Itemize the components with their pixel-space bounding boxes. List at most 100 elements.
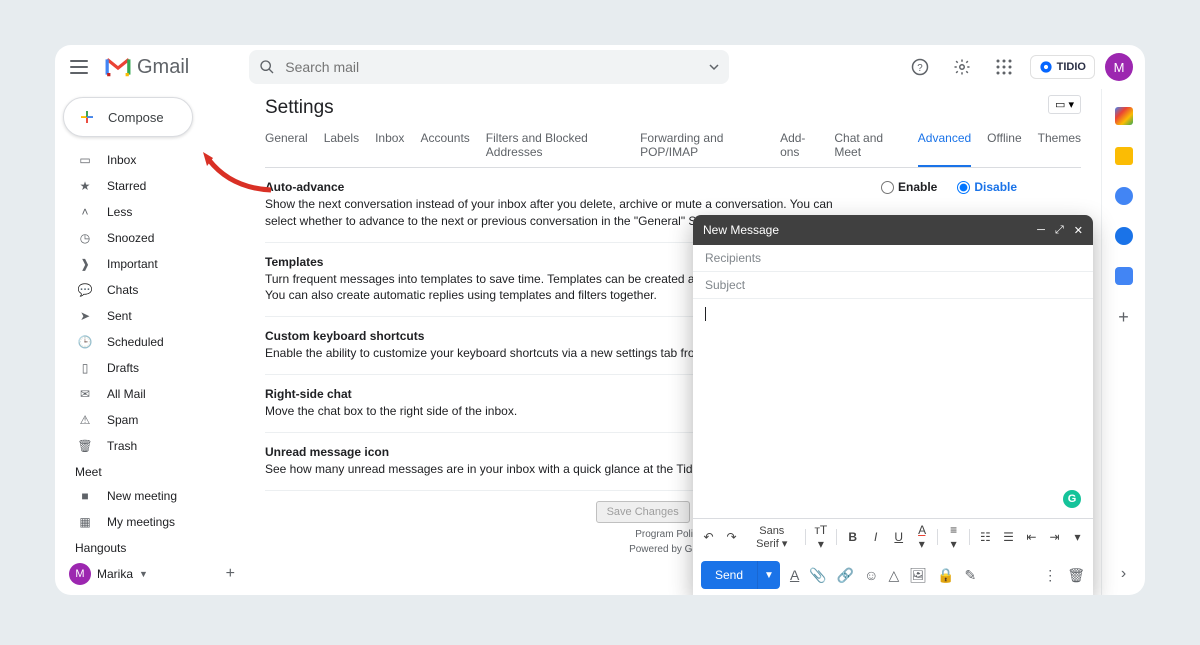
contacts-icon[interactable]	[1115, 227, 1133, 245]
sidebar-item-snoozed[interactable]: ◷Snoozed	[55, 225, 245, 251]
text-color-icon[interactable]: A ▾	[914, 523, 929, 551]
pen-icon[interactable]: ✎	[964, 567, 976, 584]
undo-icon[interactable]: ↶	[701, 530, 716, 544]
redo-icon[interactable]: ↷	[724, 530, 739, 544]
tab-themes[interactable]: Themes	[1038, 125, 1081, 167]
chat-icon: 💬	[77, 282, 93, 298]
recipients-field[interactable]: Recipients	[693, 245, 1093, 272]
sidebar: Compose ▭Inbox★Starred˄Less◷Snoozed❱Impo…	[55, 89, 245, 595]
attach-icon[interactable]: 📎	[809, 567, 826, 584]
emoji-icon[interactable]: ☺	[864, 567, 878, 583]
italic-icon[interactable]: I	[868, 530, 883, 544]
hangouts-user[interactable]: M Marika ▼ +	[55, 559, 245, 589]
meet-rail-icon[interactable]	[1115, 267, 1133, 285]
discard-icon[interactable]: 🗑	[1067, 567, 1085, 584]
indent-more-icon[interactable]: ⇥	[1047, 530, 1062, 544]
search-bar[interactable]	[249, 50, 729, 84]
side-panel: + ›	[1101, 89, 1145, 595]
sidebar-item-important[interactable]: ❱Important	[55, 251, 245, 277]
compose-body[interactable]: G	[693, 299, 1093, 518]
send-button[interactable]: Send	[701, 561, 757, 589]
apps-icon[interactable]	[992, 55, 1016, 79]
bullet-list-icon[interactable]: ☰	[1001, 530, 1016, 544]
sidebar-item-less[interactable]: ˄Less	[55, 199, 245, 225]
link-icon[interactable]: 🔗	[837, 567, 854, 584]
grammarly-icon[interactable]: G	[1063, 490, 1081, 508]
drive-icon[interactable]: △	[888, 567, 899, 584]
numbered-list-icon[interactable]: ☷	[978, 530, 993, 544]
tab-filters-and-blocked-addresses[interactable]: Filters and Blocked Addresses	[486, 125, 624, 167]
calendar-icon: ▦	[77, 514, 93, 530]
bold-icon[interactable]: B	[845, 530, 860, 544]
spam-icon: ⚠	[77, 412, 93, 428]
formatting-icon[interactable]: A	[790, 567, 799, 583]
subject-field[interactable]: Subject	[693, 272, 1093, 299]
tidio-chip[interactable]: TIDIO	[1030, 55, 1095, 79]
search-options-icon[interactable]	[709, 62, 719, 72]
search-input[interactable]	[285, 59, 699, 75]
sidebar-item-all-mail[interactable]: ✉All Mail	[55, 381, 245, 407]
schedule-icon: 🕒	[77, 334, 93, 350]
fullscreen-icon[interactable]: ⤢	[1055, 224, 1064, 237]
gmail-logo[interactable]: Gmail	[105, 56, 189, 79]
collapse-panel-icon[interactable]: ›	[1121, 565, 1126, 583]
meet-section-label: Meet	[55, 459, 245, 483]
sidebar-item-drafts[interactable]: ▯Drafts	[55, 355, 245, 381]
more-options-icon[interactable]: ⋮	[1043, 567, 1057, 584]
tab-labels[interactable]: Labels	[324, 125, 359, 167]
sidebar-item-trash[interactable]: 🗑Trash	[55, 433, 245, 459]
settings-icon[interactable]	[950, 55, 974, 79]
search-icon	[259, 59, 275, 75]
add-addon-icon[interactable]: +	[1118, 307, 1129, 328]
add-hangout-icon[interactable]: +	[226, 565, 235, 583]
chevron-up-icon: ˄	[77, 204, 93, 220]
compose-header[interactable]: New Message ─ ⤢ ✕	[693, 215, 1093, 245]
tab-chat-and-meet[interactable]: Chat and Meet	[834, 125, 901, 167]
clock-icon: ◷	[77, 230, 93, 246]
sidebar-item-inbox[interactable]: ▭Inbox	[55, 147, 245, 173]
brand-text: Gmail	[137, 56, 189, 79]
keep-icon[interactable]	[1115, 147, 1133, 165]
tasks-icon[interactable]	[1115, 187, 1133, 205]
meet-item-my-meetings[interactable]: ▦My meetings	[55, 509, 245, 535]
confidential-icon[interactable]: 🔒	[937, 567, 954, 584]
align-icon[interactable]: ≡ ▾	[946, 523, 961, 551]
header: Gmail ? TIDIO M	[55, 45, 1145, 89]
page-title: Settings	[265, 97, 334, 119]
indent-less-icon[interactable]: ⇤	[1024, 530, 1039, 544]
minimize-icon[interactable]: ─	[1037, 224, 1045, 237]
tab-offline[interactable]: Offline	[987, 125, 1021, 167]
sidebar-item-sent[interactable]: ➤Sent	[55, 303, 245, 329]
sidebar-item-scheduled[interactable]: 🕒Scheduled	[55, 329, 245, 355]
save-changes-button[interactable]: Save Changes	[596, 501, 690, 523]
draft-icon: ▯	[77, 360, 93, 376]
format-toolbar: ↶ ↷ Sans Serif ▾ тT ▾ B I U A ▾ ≡ ▾ ☷ ☰ …	[693, 518, 1093, 555]
send-options-button[interactable]: ▼	[757, 561, 780, 589]
tab-general[interactable]: General	[265, 125, 308, 167]
disable-radio[interactable]: Disable	[957, 180, 1017, 194]
tab-add-ons[interactable]: Add-ons	[780, 125, 818, 167]
image-icon[interactable]: 🖼	[909, 567, 927, 584]
help-icon[interactable]: ?	[908, 55, 932, 79]
close-icon[interactable]: ✕	[1074, 224, 1083, 237]
meet-item-new-meeting[interactable]: ■New meeting	[55, 483, 245, 509]
sidebar-item-spam[interactable]: ⚠Spam	[55, 407, 245, 433]
account-avatar[interactable]: M	[1105, 53, 1133, 81]
sidebar-item-chats[interactable]: 💬Chats	[55, 277, 245, 303]
underline-icon[interactable]: U	[891, 530, 906, 544]
plus-icon	[78, 108, 96, 126]
language-selector[interactable]: ▭ ▾	[1048, 95, 1081, 114]
tab-forwarding-and-pop-imap[interactable]: Forwarding and POP/IMAP	[640, 125, 764, 167]
tab-advanced[interactable]: Advanced	[918, 125, 971, 167]
compose-button[interactable]: Compose	[63, 97, 193, 137]
menu-icon[interactable]	[67, 55, 91, 79]
tab-inbox[interactable]: Inbox	[375, 125, 404, 167]
enable-radio[interactable]: Enable	[881, 180, 937, 194]
font-selector[interactable]: Sans Serif ▾	[747, 525, 796, 550]
sidebar-item-starred[interactable]: ★Starred	[55, 173, 245, 199]
font-size-icon[interactable]: тT ▾	[813, 523, 828, 551]
star-icon: ★	[77, 178, 93, 194]
tab-accounts[interactable]: Accounts	[420, 125, 469, 167]
calendar-icon[interactable]	[1115, 107, 1133, 125]
more-format-icon[interactable]: ▾	[1070, 530, 1085, 544]
